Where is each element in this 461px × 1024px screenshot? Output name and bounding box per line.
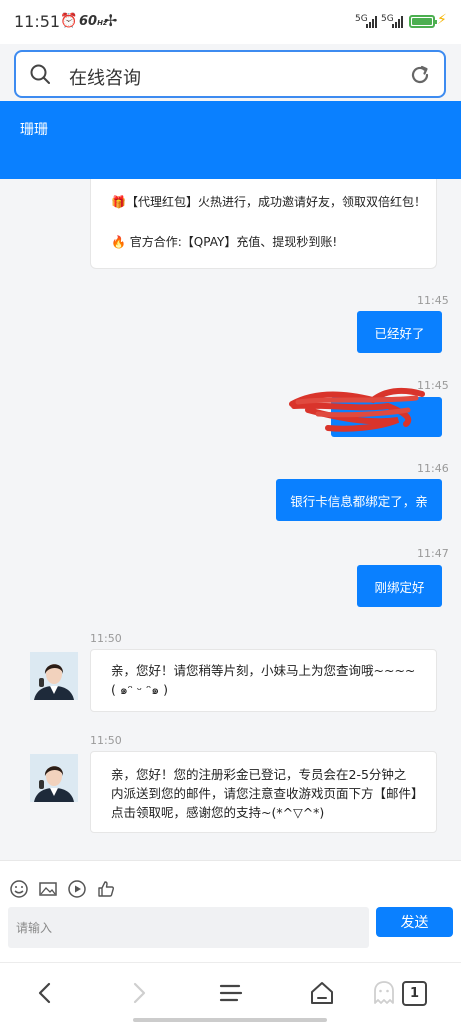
video-icon[interactable] <box>67 879 87 899</box>
alarm-icon: ⏰ <box>60 13 78 29</box>
status-bar: 11:51 ⏰ 60Hz ✢ 5G 5G ⚡ <box>0 0 461 44</box>
signal-bars-1-icon <box>366 16 380 28</box>
redaction-scribble <box>289 387 425 432</box>
message-input[interactable] <box>8 907 369 948</box>
fan-icon: ✢ <box>104 11 118 30</box>
address-text[interactable]: 在线咨询 <box>69 64 141 90</box>
refresh-rate: 60Hz <box>79 14 108 29</box>
agent-name: 珊珊 <box>20 122 48 138</box>
agent-message: 亲，您好！您的注册彩金已登记，专员会在2-5分钟之内派送到您的邮件，请您注意查收… <box>90 751 437 833</box>
my-message: 银行卡信息都绑定了，亲 <box>276 479 442 521</box>
home-indicator <box>133 1018 327 1022</box>
refresh-icon[interactable] <box>409 64 431 86</box>
chat-messages[interactable]: 🎁【代理红包】火热进行，成功邀请好友，领取双倍红包！ 🔥 官方合作:【QPAY】… <box>0 179 461 859</box>
send-button[interactable]: 发送 <box>376 907 453 937</box>
my-message: 刚绑定好 <box>357 565 442 607</box>
image-icon[interactable] <box>38 879 58 899</box>
chat-header: 珊珊 <box>0 101 461 179</box>
message-time: 11:50 <box>90 632 122 645</box>
forward-icon[interactable] <box>124 979 152 1007</box>
address-bar[interactable]: 在线咨询 <box>14 50 446 98</box>
battery-icon <box>409 15 437 28</box>
message-time: 11:47 <box>417 547 449 560</box>
message-time: 11:50 <box>90 734 122 747</box>
notice-line-2: 🔥 官方合作:【QPAY】充值、提现秒到账! <box>111 235 338 249</box>
my-message: 已经好了 <box>357 311 442 353</box>
tabs-icon[interactable]: 1 <box>402 981 427 1006</box>
status-time: 11:51 <box>14 12 61 31</box>
agent-message: 亲，您好！请您稍等片刻，小妹马上为您查询哦~~~~( ๑ᵔ ᵕ ᵔ๑ ) <box>90 649 437 712</box>
search-icon <box>30 64 50 84</box>
notice-line-1: 🎁【代理红包】火热进行，成功邀请好友，领取双倍红包！ <box>111 195 426 209</box>
tab-count: 1 <box>409 986 420 1001</box>
charging-icon: ⚡ <box>437 12 447 28</box>
composer: 发送 <box>0 860 461 962</box>
thumbs-up-icon[interactable] <box>96 879 116 899</box>
message-time: 11:45 <box>417 294 449 307</box>
home-icon[interactable] <box>308 979 336 1007</box>
emoji-icon[interactable] <box>9 879 29 899</box>
browser-nav-bar: 1 <box>0 962 461 1024</box>
ghost-icon[interactable] <box>370 979 398 1007</box>
message-time: 11:46 <box>417 462 449 475</box>
menu-icon[interactable] <box>217 979 245 1007</box>
back-icon[interactable] <box>32 979 60 1007</box>
signal-bars-2-icon <box>392 16 406 28</box>
agent-avatar <box>30 652 78 700</box>
notice-card: 🎁【代理红包】火热进行，成功邀请好友，领取双倍红包！ 🔥 官方合作:【QPAY】… <box>90 179 437 269</box>
agent-avatar <box>30 754 78 802</box>
